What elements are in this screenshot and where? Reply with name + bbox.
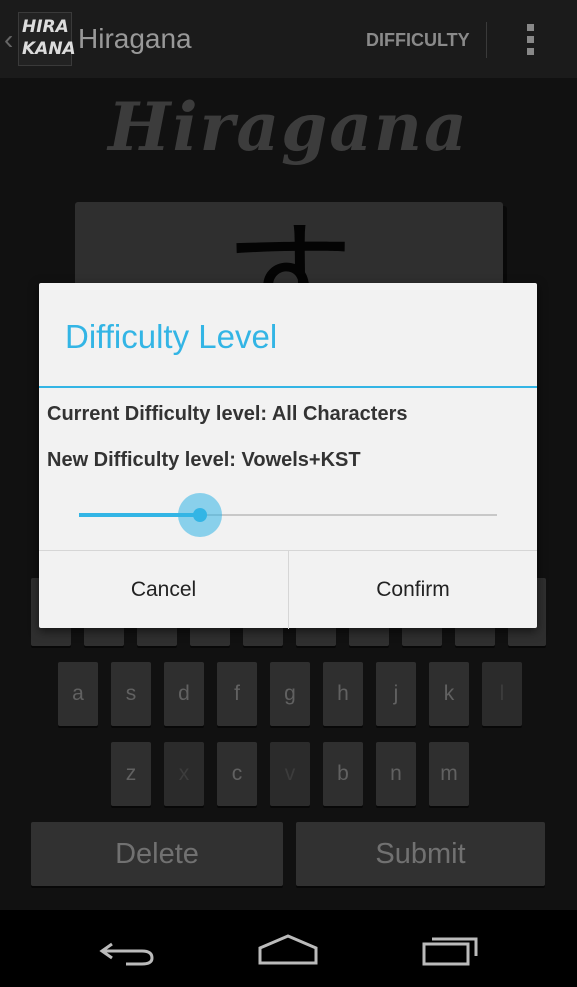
key-m[interactable]: m xyxy=(429,742,469,806)
hiragana-logo-title: Hiragana xyxy=(108,88,469,166)
key-n[interactable]: n xyxy=(376,742,416,806)
home-icon[interactable] xyxy=(256,930,320,970)
key-g[interactable]: g xyxy=(270,662,310,726)
app-logo[interactable]: HIRA KANA xyxy=(18,12,76,66)
difficulty-slider[interactable] xyxy=(79,491,497,539)
app-title: Hiragana xyxy=(78,23,192,54)
key-v: v xyxy=(270,742,310,806)
new-difficulty-text: New Difficulty level: Vowels+KST xyxy=(47,449,361,471)
overflow-menu-icon[interactable] xyxy=(527,24,535,56)
submit-button[interactable]: Submit xyxy=(296,822,545,886)
current-difficulty-text: Current Difficulty level: All Characters xyxy=(47,403,408,425)
dialog-title-divider xyxy=(39,386,537,388)
action-bar: ‹ HIRA KANA Hiragana DIFFICULTY xyxy=(0,0,577,78)
key-x: x xyxy=(164,742,204,806)
key-k[interactable]: k xyxy=(429,662,469,726)
confirm-button[interactable]: Confirm xyxy=(288,551,537,629)
key-s[interactable]: s xyxy=(111,662,151,726)
difficulty-action-button[interactable]: DIFFICULTY xyxy=(366,29,470,51)
action-divider xyxy=(486,22,487,58)
dialog-title: Difficulty Level xyxy=(65,318,278,355)
dialog-button-row: Cancel Confirm xyxy=(39,550,537,629)
back-icon[interactable] xyxy=(98,930,158,970)
slider-thumb[interactable] xyxy=(193,508,207,522)
recent-apps-icon[interactable] xyxy=(420,930,480,970)
difficulty-dialog: Difficulty Level Current Difficulty leve… xyxy=(39,283,537,629)
key-c[interactable]: c xyxy=(217,742,257,806)
system-navigation-bar xyxy=(0,910,577,987)
key-a[interactable]: a xyxy=(58,662,98,726)
app-logo-line: KANA xyxy=(22,39,76,59)
key-d[interactable]: d xyxy=(164,662,204,726)
key-l: l xyxy=(482,662,522,726)
key-f[interactable]: f xyxy=(217,662,257,726)
cancel-button[interactable]: Cancel xyxy=(39,551,288,629)
up-chevron-icon[interactable]: ‹ xyxy=(4,26,13,54)
delete-button[interactable]: Delete xyxy=(31,822,283,886)
key-h[interactable]: h xyxy=(323,662,363,726)
key-j[interactable]: j xyxy=(376,662,416,726)
app-logo-line: HIRA xyxy=(22,17,69,37)
key-z[interactable]: z xyxy=(111,742,151,806)
key-b[interactable]: b xyxy=(323,742,363,806)
